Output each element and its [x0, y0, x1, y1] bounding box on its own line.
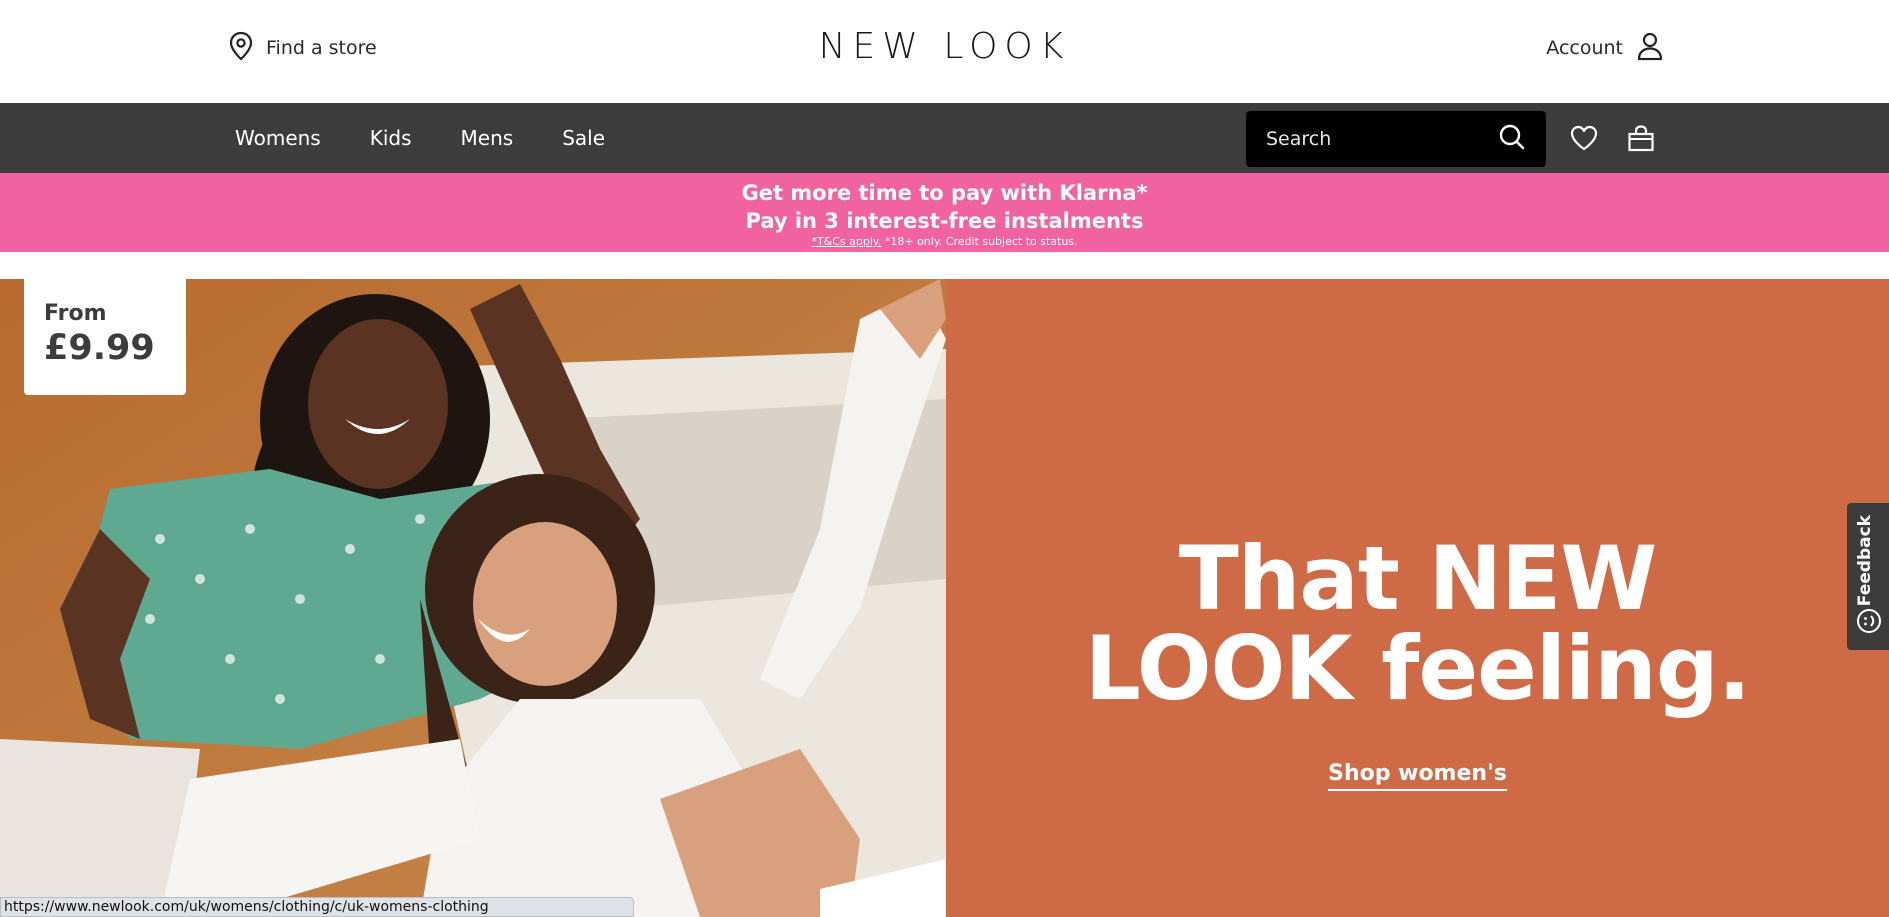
promo-line-2: Pay in 3 interest-free instalments [745, 209, 1144, 233]
smiley-icon [1856, 608, 1882, 638]
bag-icon[interactable] [1626, 123, 1656, 157]
search-input[interactable]: Search [1246, 111, 1546, 167]
shop-womens-link-wrap: Shop women's [946, 761, 1889, 791]
search-icon[interactable] [1498, 123, 1526, 155]
link-hover-status-url: https://www.newlook.com/uk/womens/clothi… [0, 897, 634, 917]
nav-item-mens[interactable]: Mens [461, 126, 514, 150]
user-icon [1635, 30, 1665, 66]
feedback-tab[interactable]: Feedback [1847, 503, 1889, 650]
hero-promo-panel[interactable]: That NEW LOOK feeling. Shop women's [946, 279, 1889, 917]
search-placeholder: Search [1266, 128, 1332, 150]
nav-item-sale[interactable]: Sale [562, 126, 605, 150]
feedback-label: Feedback [1855, 515, 1875, 607]
price-from-label: From [44, 301, 107, 326]
price-badge: From £9.99 [24, 279, 186, 395]
heart-icon[interactable] [1569, 123, 1599, 157]
category-nav: Womens Kids Mens Sale [235, 103, 605, 173]
shop-womens-link[interactable]: Shop women's [1328, 761, 1507, 791]
account-link[interactable]: Account [1546, 30, 1665, 66]
nav-item-womens[interactable]: Womens [235, 126, 321, 150]
headline-line-1: That NEW [1178, 527, 1658, 630]
price-value: £9.99 [44, 328, 155, 368]
promo-line-1: Get more time to pay with Klarna* [741, 181, 1148, 205]
terms-link[interactable]: *T&Cs apply. [811, 235, 881, 248]
terms-text: *18+ only. Credit subject to status. [881, 235, 1078, 248]
top-header: Find a store NEW LOOK Account [0, 0, 1889, 103]
headline-line-2: LOOK feeling. [1084, 617, 1751, 720]
promo-terms: *T&Cs apply. *18+ only. Credit subject t… [0, 235, 1889, 249]
main-nav-bar: Womens Kids Mens Sale Search [0, 103, 1889, 173]
klarna-promo-banner[interactable]: Get more time to pay with Klarna* Pay in… [0, 173, 1889, 252]
nav-item-kids[interactable]: Kids [370, 126, 412, 150]
account-label: Account [1546, 37, 1623, 59]
hero-headline: That NEW LOOK feeling. [946, 534, 1889, 714]
